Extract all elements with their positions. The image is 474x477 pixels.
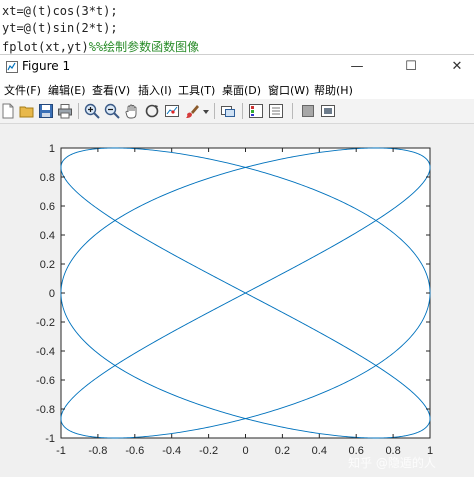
hide-plot-tools-icon[interactable] — [300, 103, 316, 119]
insert-legend-icon[interactable] — [268, 103, 284, 119]
code-line-1: xt=@(t)cos(3*t); — [2, 4, 118, 18]
toolbar — [0, 99, 474, 124]
plot-svg: -1 -0.8 -0.6 -0.4 -0.2 0 0.2 0.4 0.6 0.8 110.80.60… — [36, 143, 436, 470]
figure-window: Figure 1 — ☐ ✕ 文件(F) 编辑(E) 查看(V) 插入(I) 工… — [0, 54, 474, 477]
menu-edit[interactable]: 编辑(E) — [48, 82, 86, 98]
y-tick-label: -0.2 — [36, 317, 55, 329]
toolbar-separator — [214, 103, 215, 119]
print-icon[interactable] — [57, 103, 73, 119]
code-editor[interactable]: xt=@(t)cos(3*t); yt=@(t)sin(2*t); fplot(… — [0, 0, 474, 56]
menu-help[interactable]: 帮助(H) — [314, 82, 353, 98]
code-line-2: yt=@(t)sin(2*t); — [2, 21, 118, 35]
toolbar-separator — [292, 103, 293, 119]
y-tick-label: -1 — [45, 433, 55, 445]
menu-view[interactable]: 查看(V) — [92, 82, 130, 98]
y-tick-label: 0.8 — [40, 172, 55, 184]
y-tick-label: -0.6 — [36, 375, 55, 387]
menu-desktop[interactable]: 桌面(D) — [222, 82, 261, 98]
x-tick-label: -1 — [56, 445, 66, 457]
x-tick-label: 0.4 — [312, 445, 327, 457]
brush-icon[interactable] — [184, 103, 200, 119]
insert-colorbar-icon[interactable] — [248, 103, 264, 119]
toolbar-separator — [78, 103, 79, 119]
toolbar-separator — [242, 103, 243, 119]
code-line-3-code: fplot(xt,yt) — [2, 40, 89, 54]
x-tick-label: 0.2 — [275, 445, 290, 457]
menu-file[interactable]: 文件(F) — [4, 82, 41, 98]
y-tick-label: -0.4 — [36, 346, 55, 358]
minimize-button[interactable]: — — [340, 55, 374, 79]
window-title: Figure 1 — [22, 59, 71, 73]
save-icon[interactable] — [38, 103, 54, 119]
x-tick-label: -0.8 — [88, 445, 107, 457]
chevron-down-icon[interactable] — [202, 108, 210, 116]
new-figure-icon[interactable] — [0, 103, 16, 119]
menu-insert[interactable]: 插入(I) — [138, 82, 172, 98]
code-line-3: fplot(xt,yt)%%绘制参数函数图像 — [2, 38, 199, 55]
x-tick-label: 0 — [242, 445, 248, 457]
x-tick-label: -0.4 — [162, 445, 181, 457]
y-tick-label: 0 — [49, 288, 55, 300]
menu-window[interactable]: 窗口(W) — [268, 82, 309, 98]
figure-canvas: -1 -0.8 -0.6 -0.4 -0.2 0 0.2 0.4 0.6 0.8 1 1 0.8 0.6 0… — [0, 124, 474, 477]
show-plot-tools-icon[interactable] — [320, 103, 336, 119]
y-tick-label: 0.4 — [40, 230, 55, 242]
menu-tools[interactable]: 工具(T) — [178, 82, 215, 98]
data-cursor-icon[interactable] — [164, 103, 180, 119]
title-bar[interactable]: Figure 1 — ☐ ✕ — [0, 55, 474, 79]
zoom-out-icon[interactable] — [104, 103, 120, 119]
x-tick-label: -0.6 — [125, 445, 144, 457]
y-tick-label: -0.8 — [36, 404, 55, 416]
zoom-in-icon[interactable] — [84, 103, 100, 119]
x-tick-label: -0.2 — [199, 445, 218, 457]
y-tick-label: 0.2 — [40, 259, 55, 271]
y-tick-label: 1 — [49, 143, 55, 155]
menu-bar: 文件(F) 编辑(E) 查看(V) 插入(I) 工具(T) 桌面(D) 窗口(W… — [0, 79, 474, 99]
close-button[interactable]: ✕ — [440, 55, 474, 79]
y-tick-label: 0.6 — [40, 201, 55, 213]
matlab-figure-icon — [6, 61, 18, 73]
watermark: 知乎 @隐遁的人 — [348, 455, 436, 470]
rotate-3d-icon[interactable] — [144, 103, 160, 119]
code-comment: %%绘制参数函数图像 — [88, 40, 200, 54]
pan-hand-icon[interactable] — [124, 103, 140, 119]
maximize-button[interactable]: ☐ — [394, 55, 428, 79]
link-plot-icon[interactable] — [220, 103, 236, 119]
open-file-icon[interactable] — [19, 103, 35, 119]
